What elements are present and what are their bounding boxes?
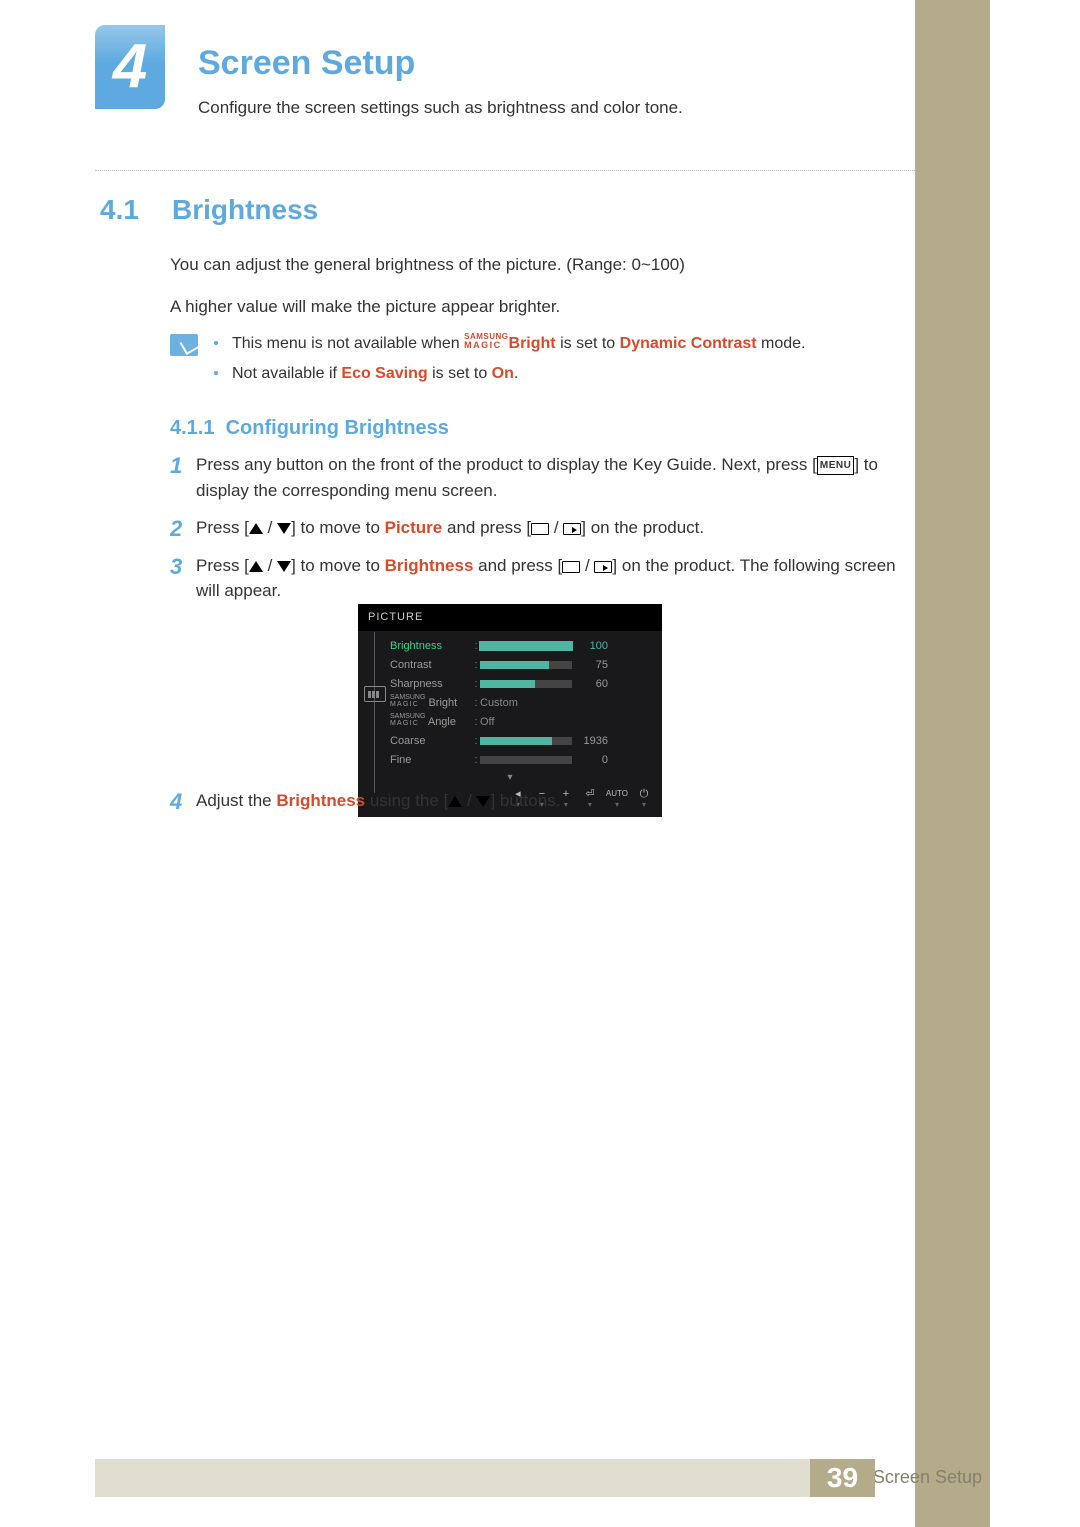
osd-row: Fine:0 [372, 751, 648, 770]
step-1: 1 Press any button on the front of the p… [170, 452, 912, 503]
note-item-1: This menu is not available when SAMSUNGM… [232, 332, 912, 356]
page-number: 39 [810, 1459, 875, 1497]
down-arrow-icon [476, 796, 490, 807]
down-arrow-icon [277, 561, 291, 572]
section-number: 4.1 [100, 189, 139, 231]
note-item-2: Not available if Eco Saving is set to On… [232, 362, 912, 386]
menu-button-label: MENU [817, 456, 854, 475]
divider [95, 170, 915, 171]
step-number: 1 [170, 449, 182, 482]
osd-more-down-icon: ▾ [358, 770, 662, 785]
step-number: 2 [170, 512, 182, 545]
chapter-title: Screen Setup [198, 38, 415, 89]
section-title: Brightness [172, 189, 318, 231]
step-4: 4 Adjust the Brightness using the [ / ] … [170, 788, 912, 826]
menu-rect-icon [562, 561, 580, 573]
up-arrow-icon [249, 523, 263, 534]
step-3: 3 Press [ / ] to move to Brightness and … [170, 553, 912, 604]
step-number: 4 [170, 785, 182, 818]
subsection-heading: 4.1.1 Configuring Brightness [170, 413, 449, 443]
samsung-magic-label: SAMSUNGMAGIC [464, 333, 508, 349]
osd-row: Coarse:1936 [372, 732, 648, 751]
osd-row: Brightness:100 [372, 637, 648, 656]
osd-screenshot: PICTURE Brightness:100Contrast:75Sharpne… [358, 604, 662, 817]
osd-row: SAMSUNGMAGIC Angle:Off [372, 713, 648, 732]
up-arrow-icon [448, 796, 462, 807]
side-strip [915, 0, 990, 1527]
paragraph-higher: A higher value will make the picture app… [170, 294, 912, 320]
note-box: This menu is not available when SAMSUNGM… [170, 332, 912, 392]
paragraph-range: You can adjust the general brightness of… [170, 252, 912, 278]
osd-row: SAMSUNGMAGIC Bright:Custom [372, 694, 648, 713]
down-arrow-icon [277, 523, 291, 534]
up-arrow-icon [249, 561, 263, 572]
step-number: 3 [170, 550, 182, 583]
osd-row: Sharpness:60 [372, 675, 648, 694]
osd-row: Contrast:75 [372, 656, 648, 675]
enter-rect-icon [563, 523, 581, 535]
footer-strip [95, 1459, 810, 1497]
footer-chapter-label: 4 Screen Setup [858, 1464, 982, 1491]
menu-rect-icon [531, 523, 549, 535]
enter-rect-icon [594, 561, 612, 573]
chapter-intro: Configure the screen settings such as br… [198, 95, 683, 121]
chapter-number-badge: 4 [95, 25, 165, 109]
note-icon [170, 334, 198, 356]
osd-title: PICTURE [358, 604, 662, 631]
step-2: 2 Press [ / ] to move to Picture and pre… [170, 515, 912, 541]
